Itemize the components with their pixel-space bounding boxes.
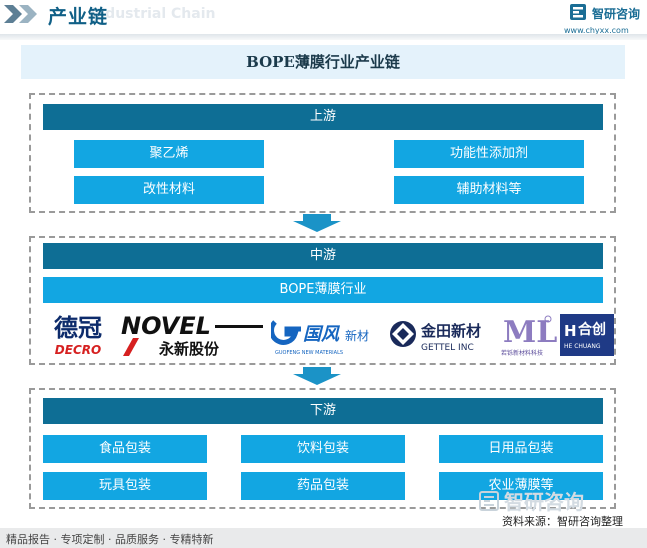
midstream-industry: BOPE薄膜行业 bbox=[43, 277, 603, 303]
downstream-item: 药品包装 bbox=[241, 472, 405, 500]
svg-text:NOVEL: NOVEL bbox=[121, 312, 211, 340]
watermark-text: 智研咨询 bbox=[504, 490, 584, 514]
page-header: Industrial Chain 产业链 智研咨询 www.chyxx.com bbox=[0, 0, 647, 35]
downstream-item: 食品包装 bbox=[43, 435, 207, 463]
upstream-header: 上游 bbox=[43, 104, 603, 130]
brand-name: 智研咨询 bbox=[592, 7, 641, 21]
svg-text:永新股份: 永新股份 bbox=[158, 340, 220, 358]
company-logo-ml: ML 若铄新材料科技 bbox=[501, 315, 557, 357]
page-title: 产业链 bbox=[48, 6, 109, 28]
upstream-item: 改性材料 bbox=[74, 176, 264, 204]
svg-text:ML: ML bbox=[503, 315, 557, 350]
watermark-logo: 智研咨询 bbox=[479, 490, 584, 514]
svg-text:HE CHUANG: HE CHUANG bbox=[564, 343, 601, 350]
header-divider bbox=[0, 34, 647, 40]
flow-arrow-down-icon bbox=[293, 214, 341, 232]
svg-text:合创: 合创 bbox=[578, 321, 606, 338]
double-chevron-icon bbox=[4, 5, 37, 23]
svg-text:GETTEL INC: GETTEL INC bbox=[421, 343, 474, 353]
brand-logo: 智研咨询 www.chyxx.com bbox=[564, 4, 641, 36]
svg-text:德冠: 德冠 bbox=[54, 314, 102, 342]
company-logo-decro: 德冠 DECRO bbox=[54, 314, 102, 357]
flow-arrow-down-icon bbox=[293, 367, 341, 385]
upstream-item: 聚乙烯 bbox=[74, 140, 264, 168]
midstream-header: 中游 bbox=[43, 243, 603, 269]
svg-text:金田新材: 金田新材 bbox=[420, 322, 481, 340]
page-footer: 精品报告 · 专项定制 · 品质服务 · 专精特新 bbox=[0, 528, 647, 548]
svg-text:DECRO: DECRO bbox=[55, 343, 101, 357]
svg-text:新材: 新材 bbox=[345, 328, 369, 343]
company-logo-novel: NOVEL 永新股份 bbox=[121, 312, 263, 358]
company-logos: 德冠 DECRO NOVEL 永新股份 国风 新材 GUOFENG NEW MA… bbox=[43, 312, 615, 358]
upstream-item: 功能性添加剂 bbox=[394, 140, 584, 168]
company-logo-hechuang: H 合创 HE CHUANG bbox=[560, 314, 614, 356]
svg-text:GUOFENG NEW MATERIALS: GUOFENG NEW MATERIALS bbox=[275, 350, 343, 356]
downstream-header: 下游 bbox=[43, 398, 603, 424]
company-logo-guofeng: 国风 新材 GUOFENG NEW MATERIALS bbox=[271, 320, 369, 356]
brand-logo-icon bbox=[570, 4, 586, 20]
footer-tagline: 精品报告 · 专项定制 · 品质服务 · 专精特新 bbox=[6, 533, 214, 546]
source-note: 资料来源：智研咨询整理 bbox=[502, 515, 623, 528]
svg-text:H: H bbox=[564, 322, 577, 340]
downstream-item: 饮料包装 bbox=[241, 435, 405, 463]
downstream-item: 玩具包装 bbox=[43, 472, 207, 500]
company-logo-gettel: 金田新材 GETTEL INC bbox=[390, 321, 481, 353]
svg-text:若铄新材料科技: 若铄新材料科技 bbox=[501, 349, 543, 357]
header-ghost-text: Industrial Chain bbox=[90, 6, 216, 22]
upstream-item: 辅助材料等 bbox=[394, 176, 584, 204]
diagram-title: BOPE薄膜行业产业链 bbox=[21, 45, 625, 79]
downstream-item: 日用品包装 bbox=[439, 435, 603, 463]
svg-text:国风: 国风 bbox=[303, 324, 341, 345]
